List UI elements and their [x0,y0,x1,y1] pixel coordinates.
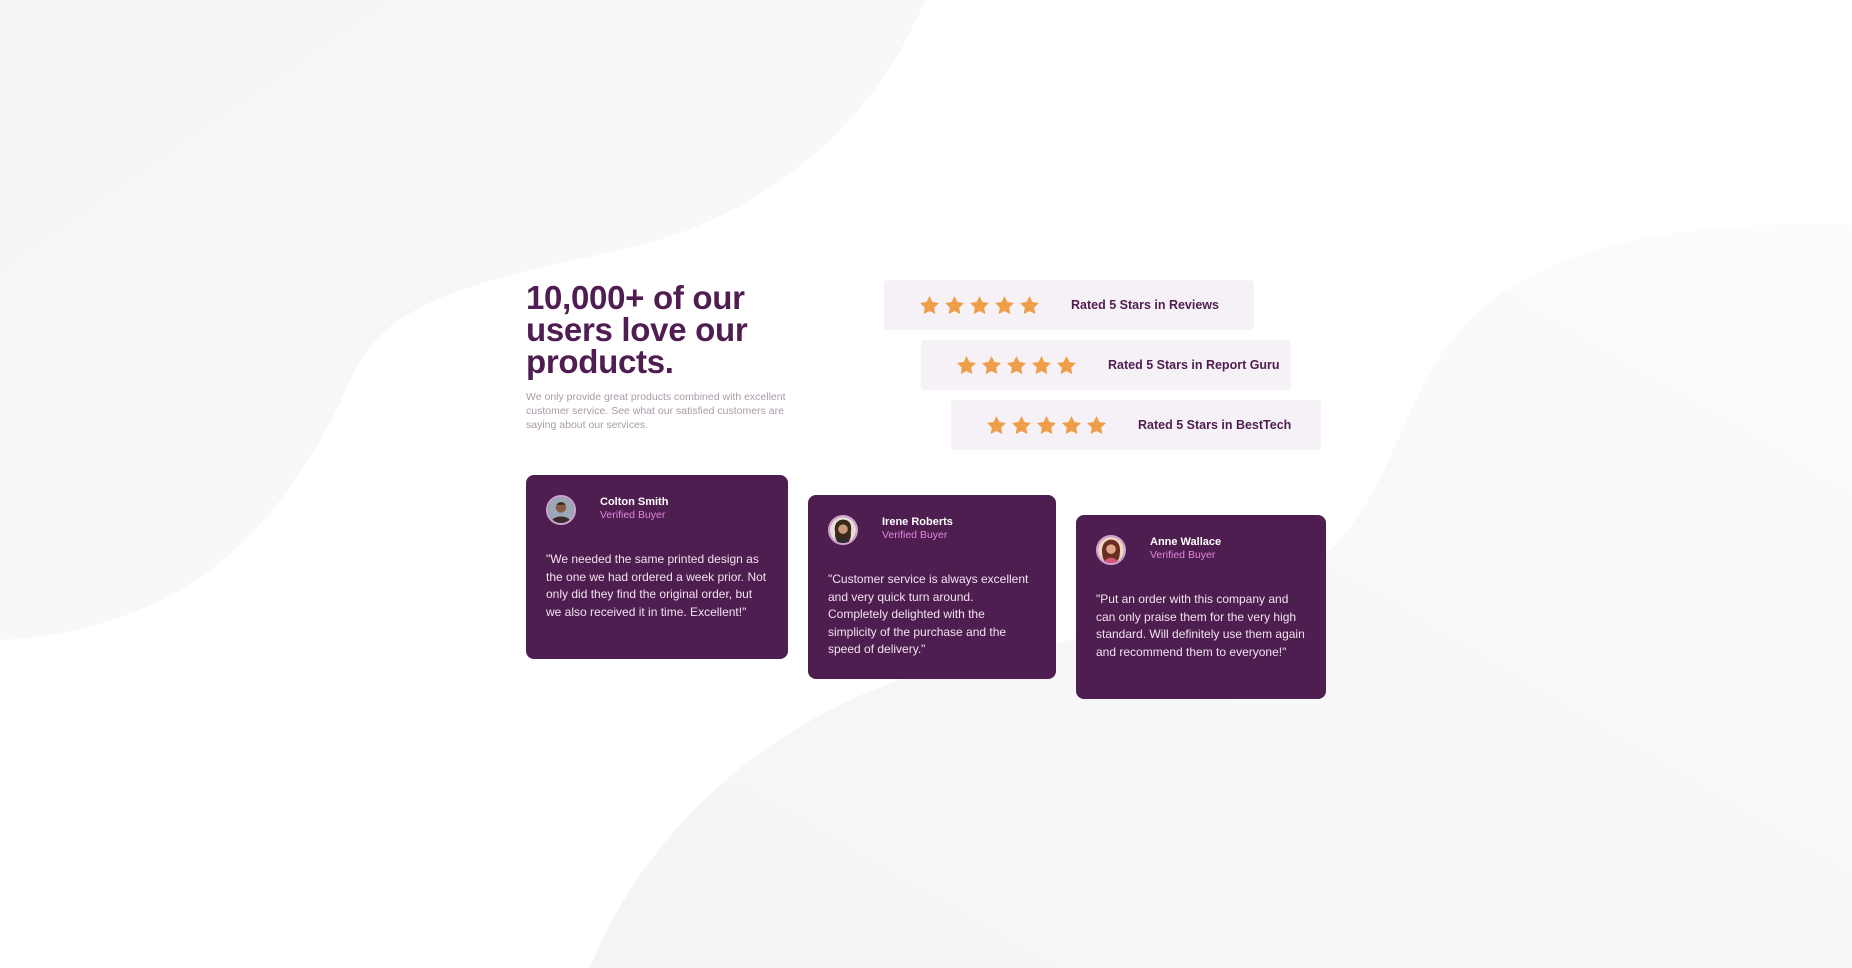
star-icon [1007,356,1026,374]
star-icon [957,356,976,374]
star-icon [1037,416,1056,434]
testimonial-header: Irene Roberts Verified Buyer [828,515,1036,545]
rating-label: Rated 5 Stars in Reviews [1071,298,1219,312]
reviewer-info: Colton Smith Verified Buyer [600,496,668,522]
testimonial-card-irene: Irene Roberts Verified Buyer "Customer s… [808,495,1056,679]
testimonial-card-colton: Colton Smith Verified Buyer "We needed t… [526,475,788,659]
testimonial-card-anne: Anne Wallace Verified Buyer "Put an orde… [1076,515,1326,699]
star-icon [970,296,989,314]
star-icon [1032,356,1051,374]
star-icon [1057,356,1076,374]
testimonial-quote: "We needed the same printed design as th… [546,552,767,619]
avatar [828,515,858,545]
rating-reviews: Rated 5 Stars in Reviews [884,280,1254,330]
star-icon [945,296,964,314]
user-avatar-icon [830,517,856,543]
avatar [1096,535,1126,565]
testimonial-header: Anne Wallace Verified Buyer [1096,535,1306,565]
star-icon [920,296,939,314]
user-avatar-icon [548,497,574,523]
testimonial-quote: "Customer service is always excellent an… [828,572,1029,656]
rating-report-guru: Rated 5 Stars in Report Guru [921,340,1291,390]
reviewer-name: Colton Smith [600,496,669,508]
star-icon [1087,416,1106,434]
hero-section: 10,000+ of our users love our products. … [526,279,816,432]
verified-badge: Verified Buyer [600,509,666,521]
reviewer-name: Anne Wallace [1150,536,1222,548]
avatar [546,495,576,525]
verified-badge: Verified Buyer [1150,549,1216,561]
page-title: 10,000+ of our users love our products. [526,279,748,380]
page-description: We only provide great products combined … [526,391,786,431]
background-shapes [0,0,1852,968]
star-rating [920,296,1039,314]
rating-label: Rated 5 Stars in BestTech [1138,418,1292,432]
testimonial-quote: "Put an order with this company and can … [1096,592,1305,659]
verified-badge: Verified Buyer [882,529,948,541]
reviewer-name: Irene Roberts [882,516,953,528]
star-icon [1012,416,1031,434]
star-icon [987,416,1006,434]
testimonial-header: Colton Smith Verified Buyer [546,495,768,525]
star-icon [1062,416,1081,434]
star-icon [995,296,1014,314]
rating-label: Rated 5 Stars in Report Guru [1108,358,1280,372]
rating-besttech: Rated 5 Stars in BestTech [951,400,1321,450]
star-rating [987,416,1106,434]
reviewer-info: Irene Roberts Verified Buyer [882,516,953,542]
user-avatar-icon [1098,537,1124,563]
star-rating [957,356,1076,374]
reviewer-info: Anne Wallace Verified Buyer [1150,536,1221,562]
star-icon [982,356,1001,374]
star-icon [1020,296,1039,314]
